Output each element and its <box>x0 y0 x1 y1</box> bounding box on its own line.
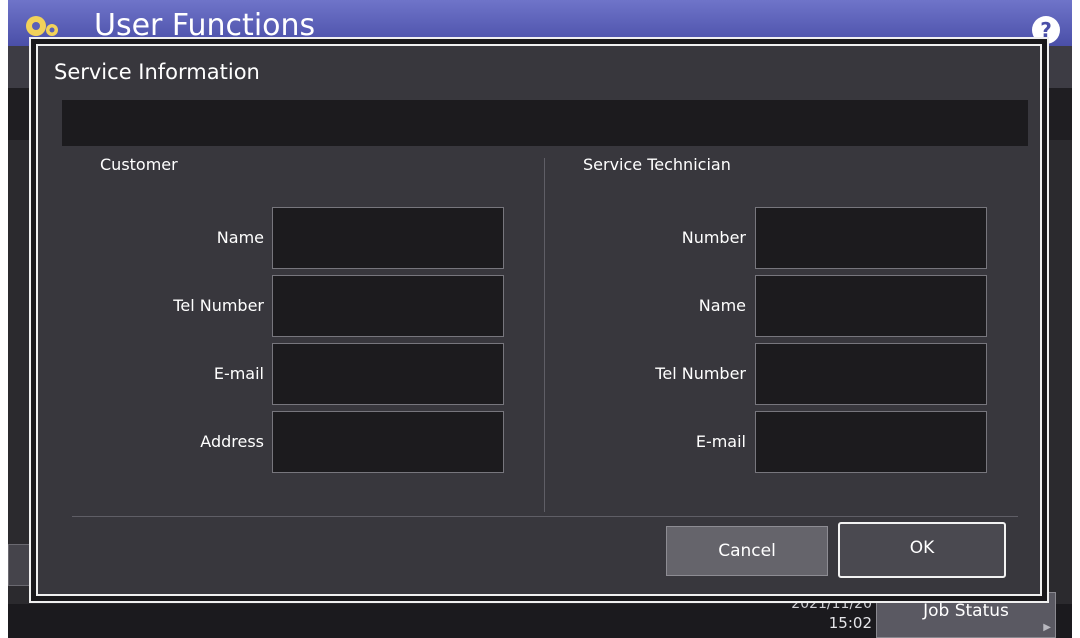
technician-name-label: Name <box>698 296 746 315</box>
service-information-dialog: Service Information Customer Service Tec… <box>36 44 1042 596</box>
technician-tel-field[interactable] <box>755 343 987 405</box>
technician-tel-label: Tel Number <box>655 364 746 383</box>
technician-section-title: Service Technician <box>583 155 731 174</box>
customer-email-label: E-mail <box>213 364 264 383</box>
technician-number-label: Number <box>681 228 746 247</box>
footer-divider <box>72 516 1018 517</box>
technician-number-field[interactable] <box>755 207 987 269</box>
section-divider <box>544 158 545 512</box>
time-display: 15:02 <box>828 614 872 632</box>
customer-name-field[interactable] <box>272 207 504 269</box>
customer-name-label: Name <box>216 228 264 247</box>
customer-address-field[interactable] <box>272 411 504 473</box>
technician-email-label: E-mail <box>695 432 746 451</box>
customer-address-label: Address <box>200 432 264 451</box>
customer-tel-label: Tel Number <box>173 296 264 315</box>
customer-section-title: Customer <box>100 155 178 174</box>
dialog-title: Service Information <box>54 60 260 84</box>
customer-email-field[interactable] <box>272 343 504 405</box>
customer-tel-field[interactable] <box>272 275 504 337</box>
ok-button[interactable]: OK <box>838 522 1006 578</box>
job-status-label: Job Status <box>923 601 1009 621</box>
cancel-button[interactable]: Cancel <box>666 526 828 576</box>
screen: User Functions ? 2021/11/20 15:02 Job St… <box>8 0 1072 638</box>
chevron-right-icon: ▶ <box>1043 622 1051 633</box>
technician-name-field[interactable] <box>755 275 987 337</box>
technician-email-field[interactable] <box>755 411 987 473</box>
gear-icon <box>26 16 58 36</box>
message-bar <box>62 100 1028 146</box>
